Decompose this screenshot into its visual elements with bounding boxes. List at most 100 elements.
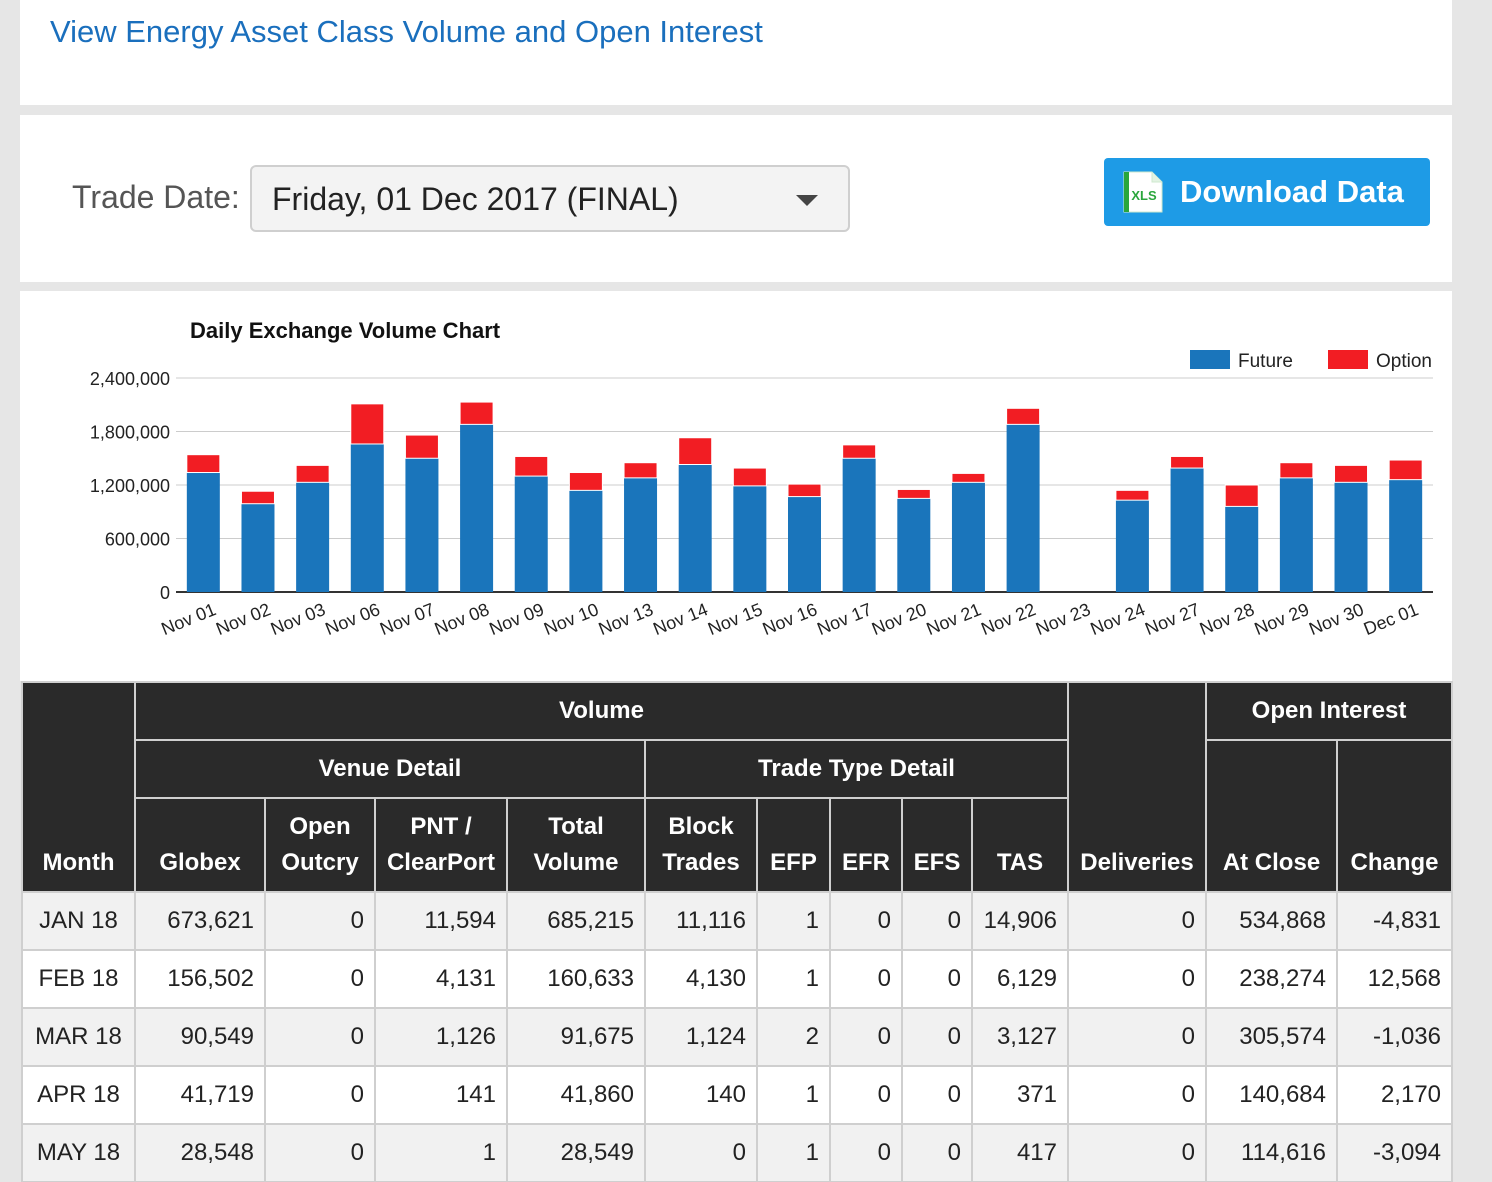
bar-future <box>241 503 275 592</box>
y-tick-label: 0 <box>160 583 170 603</box>
table-row: FEB 18 156,502 0 4,131 160,633 4,130 1 0… <box>21 949 1454 1009</box>
col-pnt-clearport: PNT / ClearPort <box>374 797 508 893</box>
legend-label-option: Option <box>1376 351 1432 372</box>
bar-option <box>1279 462 1314 479</box>
cell-open-outcry: 0 <box>264 1123 376 1182</box>
page-title-link[interactable]: View Energy Asset Class Volume and Open … <box>50 14 763 50</box>
cell-month: APR 18 <box>21 1065 136 1125</box>
y-tick-label: 2,400,000 <box>90 369 170 389</box>
bar-option <box>459 401 494 425</box>
cell-change: -1,036 <box>1335 1007 1454 1067</box>
trade-date-value: Friday, 01 Dec 2017 (FINAL) <box>272 181 679 217</box>
cell-block-trades: 0 <box>644 1123 758 1182</box>
bar-future <box>186 472 220 592</box>
cell-total-volume: 685,215 <box>506 891 646 951</box>
legend-label-future: Future <box>1238 351 1293 372</box>
x-tick-label: Nov 09 <box>486 599 546 639</box>
chevron-down-icon <box>796 195 818 206</box>
x-tick-label: Nov 14 <box>650 599 710 639</box>
bar-option <box>295 464 330 483</box>
cell-pnt-clearport: 141 <box>374 1065 508 1125</box>
cell-month: FEB 18 <box>21 949 136 1009</box>
cell-globex: 28,548 <box>134 1123 266 1182</box>
bar-future <box>1225 506 1259 592</box>
bar-option <box>896 488 931 499</box>
cell-efs: 0 <box>901 1123 973 1182</box>
cell-block-trades: 4,130 <box>644 949 758 1009</box>
bar-future <box>1115 500 1149 592</box>
col-total-volume: Total Volume <box>506 797 646 893</box>
y-tick-label: 1,800,000 <box>90 423 170 443</box>
bar-option <box>1388 459 1423 481</box>
y-tick-label: 600,000 <box>105 530 170 550</box>
col-month: Month <box>21 681 136 893</box>
cell-total-volume: 41,860 <box>506 1065 646 1125</box>
bar-option <box>514 455 549 477</box>
cell-deliveries: 0 <box>1067 949 1207 1009</box>
cell-deliveries: 0 <box>1067 1007 1207 1067</box>
bar-future <box>405 458 439 592</box>
bar-future <box>1170 468 1204 592</box>
cell-efr: 0 <box>829 1123 903 1182</box>
bar-future <box>624 477 658 592</box>
cell-efr: 0 <box>829 949 903 1009</box>
col-efp: EFP <box>756 797 831 893</box>
col-at-close: At Close <box>1205 739 1338 893</box>
trade-date-label: Trade Date: <box>72 179 240 215</box>
y-tick-label: 1,200,000 <box>90 476 170 496</box>
cell-month: MAR 18 <box>21 1007 136 1067</box>
cell-block-trades: 1,124 <box>644 1007 758 1067</box>
cell-month: JAN 18 <box>21 891 136 951</box>
x-tick-label: Nov 24 <box>1088 599 1148 639</box>
bar-future <box>296 482 330 592</box>
cell-deliveries: 0 <box>1067 1123 1207 1182</box>
table-row: JAN 18 673,621 0 11,594 685,215 11,116 1… <box>21 891 1454 951</box>
cell-efs: 0 <box>901 891 973 951</box>
bar-future <box>514 476 548 592</box>
x-tick-label: Nov 28 <box>1197 599 1257 639</box>
group-trade-type-detail: Trade Type Detail <box>644 739 1069 799</box>
cell-globex: 90,549 <box>134 1007 266 1067</box>
bar-option <box>1224 484 1259 507</box>
group-venue-detail: Venue Detail <box>134 739 646 799</box>
trade-date-select[interactable]: Friday, 01 Dec 2017 (FINAL) <box>250 165 850 232</box>
table-row: MAR 18 90,549 0 1,126 91,675 1,124 2 0 0… <box>21 1007 1454 1067</box>
bar-future <box>678 464 712 592</box>
xls-file-icon: XLS <box>1123 171 1163 213</box>
bar-option <box>1170 455 1205 469</box>
x-tick-label: Nov 16 <box>760 599 820 639</box>
group-volume: Volume <box>134 681 1069 741</box>
cell-change: -3,094 <box>1335 1123 1454 1182</box>
bar-option <box>951 472 986 483</box>
x-tick-label: Nov 02 <box>213 599 273 639</box>
x-tick-label: Nov 13 <box>596 599 656 639</box>
x-tick-label: Nov 06 <box>322 599 382 639</box>
cell-total-volume: 91,675 <box>506 1007 646 1067</box>
cell-at-close: 305,574 <box>1205 1007 1338 1067</box>
bar-future <box>788 496 821 592</box>
controls-panel: Trade Date: Friday, 01 Dec 2017 (FINAL) … <box>20 115 1452 282</box>
cell-month: MAY 18 <box>21 1123 136 1182</box>
cell-efp: 1 <box>756 1065 831 1125</box>
x-tick-label: Nov 10 <box>541 599 601 639</box>
header-panel: View Energy Asset Class Volume and Open … <box>20 0 1452 105</box>
cell-pnt-clearport: 1,126 <box>374 1007 508 1067</box>
bar-future <box>951 482 985 592</box>
group-open-interest: Open Interest <box>1204 681 1454 741</box>
bar-future <box>1389 479 1423 592</box>
col-efs: EFS <box>901 797 973 893</box>
x-tick-label: Nov 21 <box>924 599 984 639</box>
x-tick-label: Nov 30 <box>1306 599 1366 639</box>
cell-change: 12,568 <box>1335 949 1454 1009</box>
cell-efp: 2 <box>756 1007 831 1067</box>
bar-option <box>787 483 822 498</box>
cell-efp: 1 <box>756 1123 831 1182</box>
legend-swatch-future <box>1190 350 1230 369</box>
x-tick-label: Nov 01 <box>158 599 218 639</box>
bar-future <box>897 498 931 592</box>
bar-option <box>350 403 385 445</box>
col-deliveries: Deliveries <box>1067 681 1207 893</box>
download-data-button[interactable]: XLS Download Data <box>1104 158 1430 226</box>
cell-open-outcry: 0 <box>264 1065 376 1125</box>
chart-title: Daily Exchange Volume Chart <box>190 318 501 343</box>
